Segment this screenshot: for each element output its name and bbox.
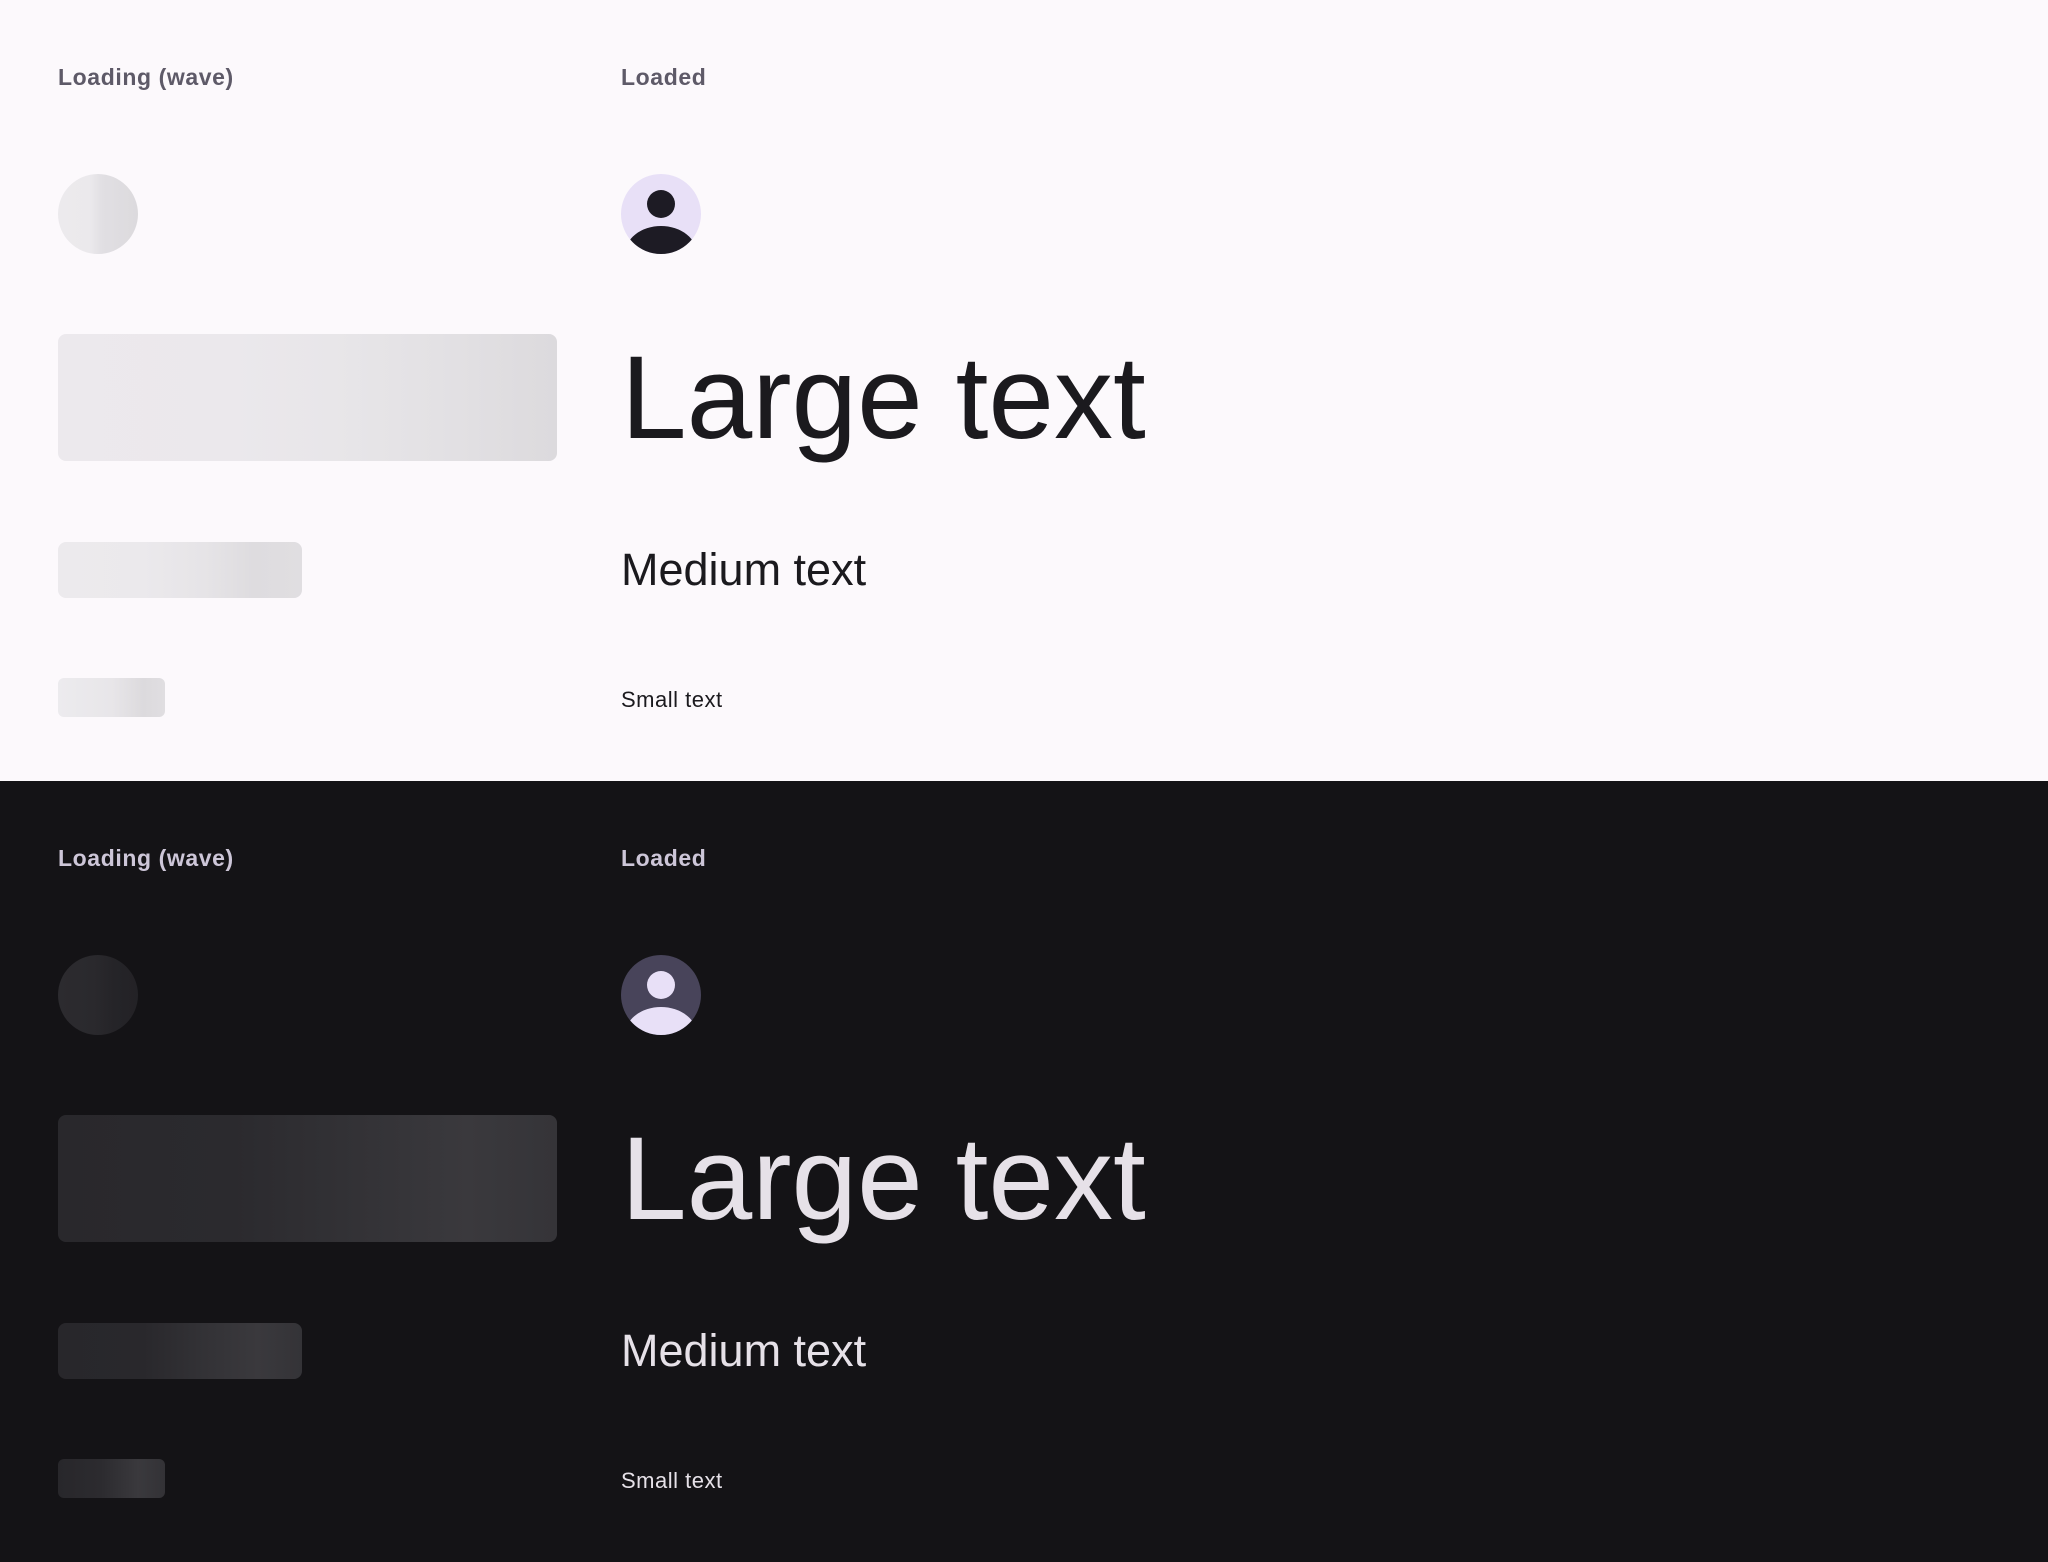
- loaded-column-label: Loaded: [621, 845, 707, 871]
- skeleton-avatar: [58, 955, 138, 1035]
- skeleton-small-text: [58, 678, 165, 717]
- skeleton-large-text: [58, 334, 557, 461]
- avatar: [621, 955, 701, 1035]
- small-text: Small text: [621, 1468, 723, 1493]
- loading-column-label: Loading (wave): [58, 845, 234, 871]
- skeleton-small-text: [58, 1459, 165, 1498]
- light-theme-panel: Loading (wave) Loaded Large text Medium …: [0, 0, 2048, 781]
- small-text: Small text: [621, 687, 723, 712]
- skeleton-large-text: [58, 1115, 557, 1242]
- person-icon: [625, 190, 697, 254]
- loading-column-label: Loading (wave): [58, 64, 234, 90]
- dark-theme-panel: Loading (wave) Loaded Large text Medium …: [0, 781, 2048, 1562]
- large-text: Large text: [621, 332, 1146, 464]
- skeleton-avatar: [58, 174, 138, 254]
- medium-text: Medium text: [621, 544, 867, 595]
- skeleton-medium-text: [58, 1323, 302, 1379]
- person-icon: [625, 971, 697, 1035]
- avatar: [621, 174, 701, 254]
- large-text: Large text: [621, 1113, 1146, 1245]
- skeleton-medium-text: [58, 542, 302, 598]
- medium-text: Medium text: [621, 1325, 867, 1376]
- loaded-column-label: Loaded: [621, 64, 707, 90]
